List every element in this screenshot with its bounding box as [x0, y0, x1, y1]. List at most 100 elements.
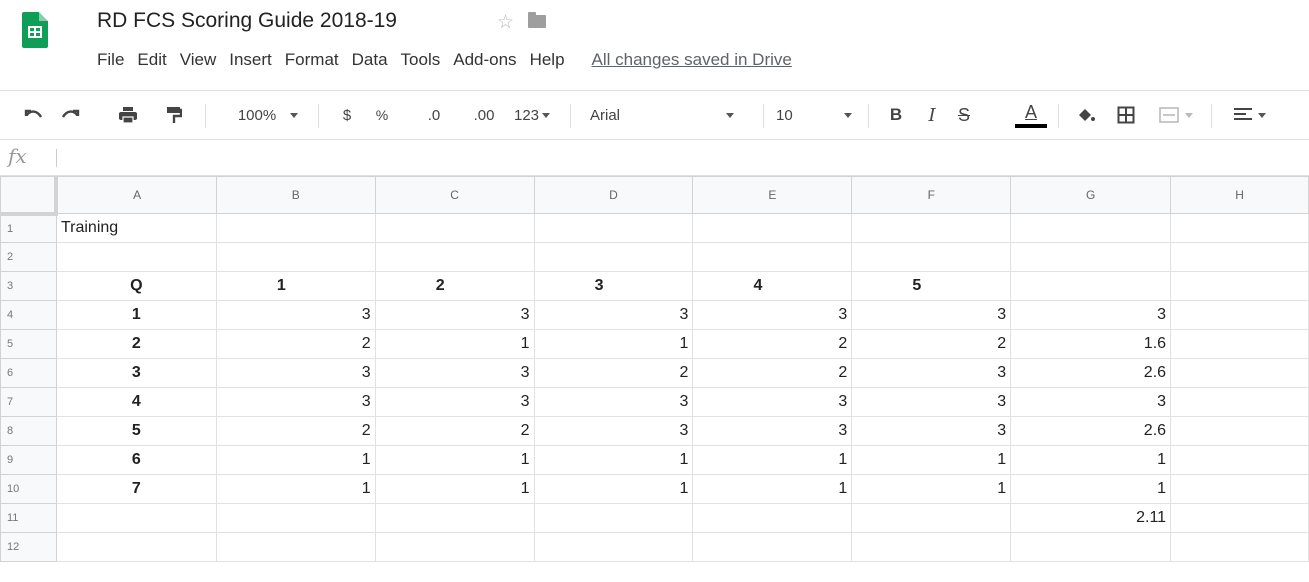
cell-h6[interactable]: [1170, 358, 1309, 388]
cell-a10[interactable]: 7: [55, 474, 217, 504]
cell-e6[interactable]: 2: [692, 358, 853, 388]
print-button[interactable]: [113, 91, 143, 139]
column-header-e[interactable]: E: [692, 176, 853, 214]
fill-color-button[interactable]: [1072, 91, 1100, 139]
cell-b4[interactable]: 3: [215, 300, 376, 330]
cell-g3[interactable]: [1010, 271, 1172, 301]
cell-g5[interactable]: 1.6: [1010, 329, 1172, 359]
cell-g11[interactable]: 2.11: [1010, 503, 1172, 533]
cell-b3[interactable]: 1: [215, 271, 376, 301]
cell-c6[interactable]: 3: [374, 358, 535, 388]
cell-h10[interactable]: [1170, 474, 1309, 504]
cell-c2[interactable]: [374, 242, 535, 272]
star-icon[interactable]: ☆: [497, 11, 514, 34]
column-header-a[interactable]: A: [55, 176, 217, 214]
column-header-f[interactable]: F: [851, 176, 1012, 214]
cell-a11[interactable]: [55, 503, 217, 533]
cell-e12[interactable]: [692, 532, 853, 562]
cell-d3[interactable]: 3: [533, 271, 694, 301]
cell-a9[interactable]: 6: [55, 445, 217, 475]
cell-f7[interactable]: 3: [851, 387, 1012, 417]
currency-format-button[interactable]: $: [335, 91, 359, 139]
cell-d1[interactable]: [533, 213, 694, 243]
cell-g2[interactable]: [1010, 242, 1172, 272]
cell-e8[interactable]: 3: [692, 416, 853, 446]
cell-b2[interactable]: [215, 242, 376, 272]
row-header[interactable]: 10: [0, 474, 57, 504]
cell-g6[interactable]: 2.6: [1010, 358, 1172, 388]
cell-h11[interactable]: [1170, 503, 1309, 533]
cell-f5[interactable]: 2: [851, 329, 1012, 359]
cell-d2[interactable]: [533, 242, 694, 272]
row-header[interactable]: 6: [0, 358, 57, 388]
cell-h2[interactable]: [1170, 242, 1309, 272]
cell-e10[interactable]: 1: [692, 474, 853, 504]
cell-f9[interactable]: 1: [851, 445, 1012, 475]
cell-c7[interactable]: 3: [374, 387, 535, 417]
font-size-select[interactable]: 10: [776, 91, 856, 139]
zoom-select[interactable]: 100%: [223, 91, 313, 139]
column-header-h[interactable]: H: [1170, 176, 1309, 214]
cell-d4[interactable]: 3: [533, 300, 694, 330]
cell-b7[interactable]: 3: [215, 387, 376, 417]
cell-a5[interactable]: 2: [55, 329, 217, 359]
cell-a2[interactable]: [55, 242, 217, 272]
cell-b6[interactable]: 3: [215, 358, 376, 388]
cell-e4[interactable]: 3: [692, 300, 853, 330]
cell-g10[interactable]: 1: [1010, 474, 1172, 504]
cell-c3[interactable]: 2: [374, 271, 535, 301]
row-header[interactable]: 4: [0, 300, 57, 330]
cell-a7[interactable]: 4: [55, 387, 217, 417]
cell-c8[interactable]: 2: [374, 416, 535, 446]
cell-b10[interactable]: 1: [215, 474, 376, 504]
cell-f11[interactable]: [851, 503, 1012, 533]
cell-a4[interactable]: 1: [55, 300, 217, 330]
percent-format-button[interactable]: %: [370, 91, 394, 139]
menu-addons[interactable]: Add-ons: [453, 50, 516, 70]
cell-a12[interactable]: [55, 532, 217, 562]
menu-edit[interactable]: Edit: [137, 50, 166, 70]
strikethrough-button[interactable]: S: [951, 91, 977, 139]
menu-help[interactable]: Help: [530, 50, 565, 70]
cell-f8[interactable]: 3: [851, 416, 1012, 446]
cell-g7[interactable]: 3: [1010, 387, 1172, 417]
cell-h9[interactable]: [1170, 445, 1309, 475]
row-header[interactable]: 2: [0, 242, 57, 272]
row-header[interactable]: 1: [0, 213, 57, 243]
row-header[interactable]: 3: [0, 271, 57, 301]
cell-h7[interactable]: [1170, 387, 1309, 417]
row-header[interactable]: 11: [0, 503, 57, 533]
cell-a6[interactable]: 3: [55, 358, 217, 388]
cell-f6[interactable]: 3: [851, 358, 1012, 388]
font-family-select[interactable]: Arial: [590, 91, 760, 139]
cell-d11[interactable]: [533, 503, 694, 533]
cell-d5[interactable]: 1: [533, 329, 694, 359]
cell-g4[interactable]: 3: [1010, 300, 1172, 330]
cell-f4[interactable]: 3: [851, 300, 1012, 330]
cell-f2[interactable]: [851, 242, 1012, 272]
cell-a3[interactable]: Q: [55, 271, 217, 301]
document-title[interactable]: RD FCS Scoring Guide 2018-19: [97, 9, 397, 33]
horizontal-align-button[interactable]: [1225, 91, 1275, 139]
cell-b5[interactable]: 2: [215, 329, 376, 359]
merge-cells-button[interactable]: [1150, 91, 1202, 139]
cell-f12[interactable]: [851, 532, 1012, 562]
cell-f10[interactable]: 1: [851, 474, 1012, 504]
cell-b9[interactable]: 1: [215, 445, 376, 475]
row-header[interactable]: 12: [0, 532, 57, 562]
column-header-c[interactable]: C: [374, 176, 535, 214]
cell-d6[interactable]: 2: [533, 358, 694, 388]
menu-format[interactable]: Format: [285, 50, 339, 70]
row-header[interactable]: 9: [0, 445, 57, 475]
formula-input[interactable]: [64, 140, 1294, 175]
cell-a8[interactable]: 5: [55, 416, 217, 446]
cell-h12[interactable]: [1170, 532, 1309, 562]
redo-button[interactable]: [56, 91, 86, 139]
menu-data[interactable]: Data: [352, 50, 388, 70]
select-all-corner[interactable]: [0, 176, 59, 216]
cell-e1[interactable]: [692, 213, 853, 243]
cell-e5[interactable]: 2: [692, 329, 853, 359]
cell-g1[interactable]: [1010, 213, 1172, 243]
cell-e2[interactable]: [692, 242, 853, 272]
cell-c4[interactable]: 3: [374, 300, 535, 330]
